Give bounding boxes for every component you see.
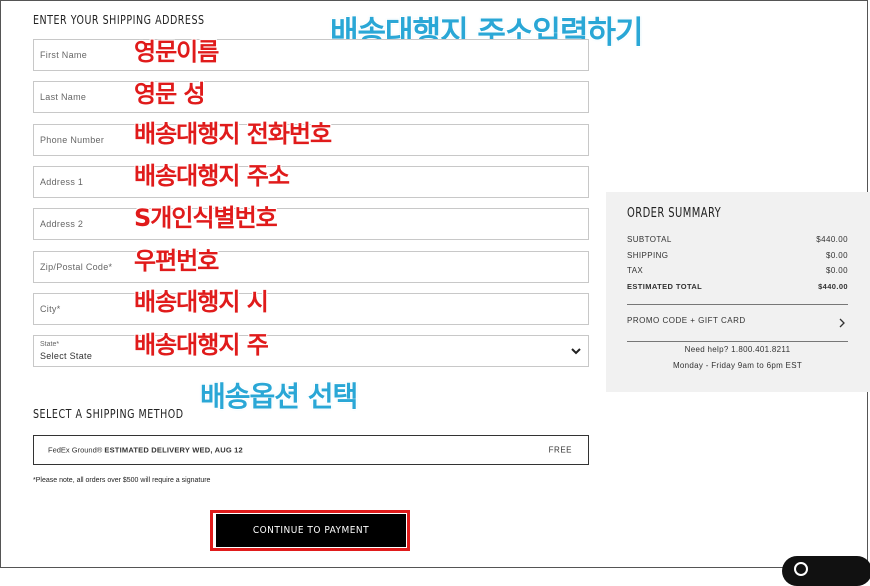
summary-divider bbox=[627, 304, 848, 305]
annotation-shipping-heading: 배송옵션 선택 bbox=[200, 380, 358, 413]
annotation-first-name: 영문이름 bbox=[134, 38, 219, 66]
order-summary-panel: ORDER SUMMARY SUBTOTAL $440.00 SHIPPING … bbox=[606, 192, 870, 392]
shipping-address-title: ENTER YOUR SHIPPING ADDRESS bbox=[33, 13, 205, 27]
summary-row-tax: TAX $0.00 bbox=[627, 266, 848, 278]
state-select[interactable]: State* Select State bbox=[33, 335, 589, 367]
estimated-delivery: ESTIMATED DELIVERY WED, AUG 12 bbox=[104, 445, 243, 455]
summary-label: TAX bbox=[627, 266, 644, 275]
address-2-placeholder: Address 2 bbox=[40, 219, 84, 229]
order-summary-title: ORDER SUMMARY bbox=[627, 206, 722, 221]
summary-divider bbox=[627, 341, 848, 342]
promo-code-toggle[interactable]: PROMO CODE + GIFT CARD bbox=[627, 316, 848, 332]
state-label: State* bbox=[40, 341, 60, 348]
summary-row-total: ESTIMATED TOTAL $440.00 bbox=[627, 282, 848, 294]
address-1-field[interactable]: Address 1 bbox=[33, 166, 589, 198]
shipping-option-label: FedEx Ground® ESTIMATED DELIVERY WED, AU… bbox=[48, 446, 243, 455]
address-1-placeholder: Address 1 bbox=[40, 177, 84, 187]
signature-note: *Please note, all orders over $500 will … bbox=[33, 477, 211, 484]
promo-code-label: PROMO CODE + GIFT CARD bbox=[627, 316, 746, 325]
summary-total-label: ESTIMATED TOTAL bbox=[627, 282, 703, 291]
annotation-city: 배송대행지 시 bbox=[134, 288, 269, 316]
summary-row-shipping: SHIPPING $0.00 bbox=[627, 251, 848, 263]
summary-value: $0.00 bbox=[825, 266, 848, 275]
city-field[interactable]: City* bbox=[33, 293, 589, 325]
continue-to-payment-button[interactable]: CONTINUE TO PAYMENT bbox=[216, 514, 406, 547]
zip-code-field[interactable]: Zip/Postal Code* bbox=[33, 251, 589, 283]
annotation-state: 배송대행지 주 bbox=[134, 331, 269, 359]
annotation-address-2: S개인식별번호 bbox=[134, 204, 278, 232]
summary-total-value: $440.00 bbox=[818, 282, 848, 291]
first-name-field[interactable]: First Name bbox=[33, 39, 589, 71]
summary-value: $0.00 bbox=[825, 251, 848, 260]
summary-row-subtotal: SUBTOTAL $440.00 bbox=[627, 235, 848, 247]
annotation-zip-code: 우편번호 bbox=[134, 247, 219, 275]
chat-button[interactable] bbox=[782, 556, 870, 586]
annotation-phone-number: 배송대행지 전화번호 bbox=[134, 120, 332, 148]
annotation-last-name: 영문 성 bbox=[134, 80, 206, 108]
carrier-name: FedEx Ground® bbox=[48, 445, 103, 455]
help-hours: Monday - Friday 9am to 6pm EST bbox=[672, 361, 803, 370]
shipping-option-fedex[interactable]: FedEx Ground® ESTIMATED DELIVERY WED, AU… bbox=[33, 435, 589, 465]
first-name-placeholder: First Name bbox=[40, 50, 88, 60]
help-phone: Need help? 1.800.401.8211 bbox=[684, 345, 791, 354]
shipping-method-title: SELECT A SHIPPING METHOD bbox=[33, 407, 184, 421]
city-placeholder: City* bbox=[40, 304, 61, 314]
address-2-field[interactable]: Address 2 bbox=[33, 208, 589, 240]
state-selected-value: Select State bbox=[40, 351, 93, 361]
phone-number-placeholder: Phone Number bbox=[40, 135, 105, 145]
zip-code-placeholder: Zip/Postal Code* bbox=[40, 262, 113, 272]
summary-label: SHIPPING bbox=[627, 251, 669, 260]
shipping-price: FREE bbox=[548, 445, 572, 455]
annotation-address-1: 배송대행지 주소 bbox=[134, 162, 290, 190]
last-name-placeholder: Last Name bbox=[40, 92, 87, 102]
summary-value: $440.00 bbox=[816, 235, 848, 244]
chevron-down-icon[interactable] bbox=[570, 345, 582, 357]
last-name-field[interactable]: Last Name bbox=[33, 81, 589, 113]
chevron-right-icon bbox=[839, 318, 845, 328]
summary-label: SUBTOTAL bbox=[627, 235, 672, 244]
chat-icon bbox=[794, 562, 808, 576]
